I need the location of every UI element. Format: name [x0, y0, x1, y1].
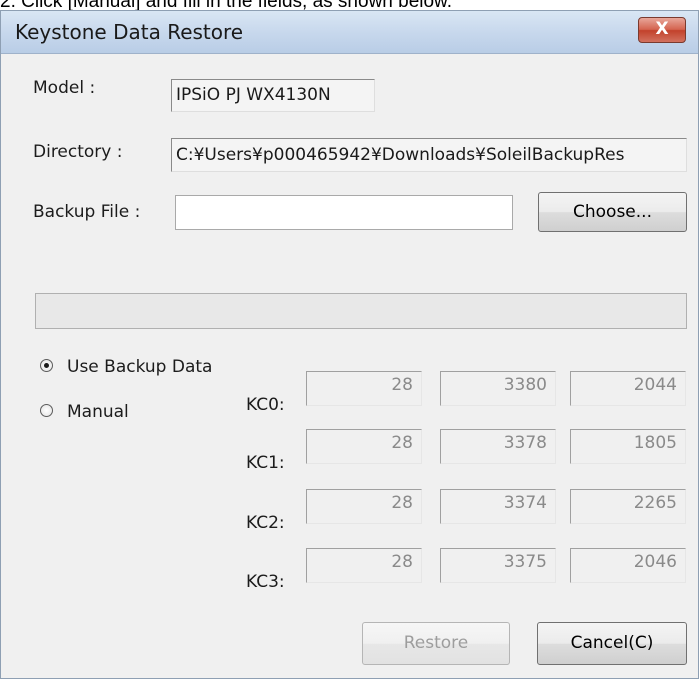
backup-file-label: Backup File :: [33, 202, 141, 222]
title-bar[interactable]: Keystone Data Restore X: [1, 11, 698, 54]
backup-file-input[interactable]: [175, 195, 513, 230]
kc3-value-1[interactable]: 28: [306, 548, 422, 583]
choose-button[interactable]: Choose...: [538, 192, 687, 232]
kc1-value-3[interactable]: 1805: [570, 429, 686, 464]
kc0-value-1[interactable]: 28: [306, 371, 422, 406]
restore-button[interactable]: Restore: [362, 622, 510, 665]
kc0-value-2[interactable]: 3380: [440, 371, 556, 406]
use-backup-radio[interactable]: [40, 359, 53, 372]
kc0-value-3[interactable]: 2044: [570, 371, 686, 406]
progress-bar: [35, 293, 687, 329]
kc1-value-2[interactable]: 3378: [440, 429, 556, 464]
directory-field: C:¥Users¥p000465942¥Downloads¥SoleilBack…: [171, 138, 687, 172]
kc0-label: KC0:: [246, 395, 285, 415]
window-title: Keystone Data Restore: [15, 20, 244, 44]
kc2-value-2[interactable]: 3374: [440, 489, 556, 524]
cancel-button[interactable]: Cancel(C): [537, 622, 687, 665]
kc1-label: KC1:: [246, 453, 285, 473]
model-label: Model :: [33, 78, 96, 98]
kc1-value-1[interactable]: 28: [306, 429, 422, 464]
keystone-data-restore-dialog: Keystone Data Restore X Model : IPSiO PJ…: [0, 10, 699, 679]
model-field: IPSiO PJ WX4130N: [171, 79, 375, 112]
manual-radio[interactable]: [40, 404, 53, 417]
kc2-value-1[interactable]: 28: [306, 489, 422, 524]
close-button[interactable]: X: [638, 17, 686, 43]
kc3-value-2[interactable]: 3375: [440, 548, 556, 583]
kc2-value-3[interactable]: 2265: [570, 489, 686, 524]
manual-label[interactable]: Manual: [67, 402, 129, 422]
directory-label: Directory :: [33, 142, 123, 162]
kc3-value-3[interactable]: 2046: [570, 548, 686, 583]
radio-selected-dot: [44, 363, 49, 368]
use-backup-label[interactable]: Use Backup Data: [67, 357, 212, 377]
kc3-label: KC3:: [246, 572, 285, 592]
kc2-label: KC2:: [246, 513, 285, 533]
